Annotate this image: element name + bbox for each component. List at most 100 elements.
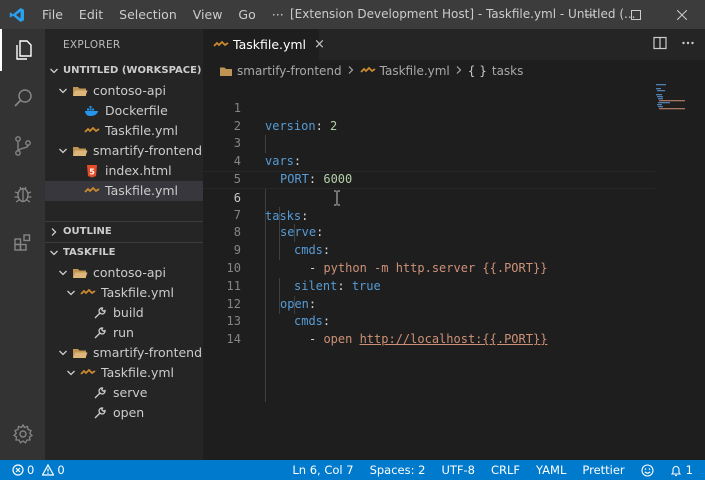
code-line: 14	[203, 313, 655, 346]
taskfile-tree-folder[interactable]: contoso-api	[45, 263, 203, 283]
feedback-button[interactable]	[633, 463, 662, 477]
formatter-status[interactable]: Prettier	[574, 460, 632, 480]
yaml-icon	[83, 125, 101, 137]
folder-icon	[219, 66, 233, 77]
taskfile-tree-task-build[interactable]: build	[45, 303, 203, 323]
tree-item-label: build	[113, 305, 144, 320]
eol-status[interactable]: CRLF	[483, 460, 528, 480]
warning-icon	[42, 464, 55, 476]
debug-activity-button[interactable]	[0, 173, 45, 215]
breadcrumb-symbol[interactable]: tasks	[492, 64, 524, 78]
explorer-spacer	[45, 201, 203, 221]
code-editor[interactable]: 1 version: 2 2 3 vars: 4 PORT: 6000 5 6 …	[203, 82, 705, 460]
code-line: 1 version: 2	[203, 82, 655, 133]
extensions-icon	[13, 234, 30, 251]
tree-item-label: Taskfile.yml	[101, 365, 175, 380]
tree-item-label: Taskfile.yml	[105, 123, 179, 138]
menu-edit[interactable]: Edit	[71, 0, 111, 29]
tab-taskfile[interactable]: Taskfile.yml ×	[203, 29, 325, 60]
problems-status[interactable]: 0 0	[0, 460, 73, 480]
line-number: 14	[226, 332, 241, 347]
chevron-down-icon	[55, 348, 71, 358]
maximize-icon	[631, 9, 641, 20]
chevron-right-icon	[45, 227, 63, 237]
wrench-icon	[91, 306, 109, 320]
tree-file-index-html[interactable]: 5 index.html	[45, 161, 203, 181]
taskfile-tree-task-open[interactable]: open	[45, 403, 203, 423]
language-mode-status[interactable]: YAML	[528, 460, 574, 480]
outline-section-header[interactable]: OUTLINE	[45, 222, 203, 242]
workspace-section-header[interactable]: UNTITLED (WORKSPACE)	[45, 61, 203, 81]
chevron-down-icon	[55, 268, 71, 278]
encoding-status[interactable]: UTF-8	[433, 460, 483, 480]
taskfile-tree-folder[interactable]: smartify-frontend	[45, 343, 203, 363]
vertical-scrollbar[interactable]	[697, 82, 705, 460]
manage-activity-button[interactable]	[0, 413, 45, 455]
menu-bar: File Edit Selection View Go ···	[34, 0, 292, 29]
code-line: 13 - open http://localhost:{{.PORT}}	[203, 296, 655, 346]
breadcrumb-file[interactable]: Taskfile.yml	[380, 64, 450, 78]
notification-count: 1	[685, 463, 693, 477]
tree-item-label: smartify-frontend	[93, 345, 203, 360]
smiley-icon	[641, 463, 654, 477]
source-control-icon	[14, 136, 31, 156]
explorer-activity-button[interactable]	[0, 29, 45, 71]
yaml-icon	[213, 39, 229, 51]
code-line: 11 open:	[203, 260, 655, 311]
cursor-position-status[interactable]: Ln 6, Col 7	[284, 460, 361, 480]
menu-go[interactable]: Go	[230, 0, 263, 29]
files-icon	[15, 40, 32, 60]
tree-folder-smartify-frontend[interactable]: smartify-frontend	[45, 141, 203, 161]
title-bar: File Edit Selection View Go ··· [Extensi…	[0, 0, 705, 29]
maximize-button[interactable]	[613, 0, 659, 29]
taskfile-section-header[interactable]: TASKFILE	[45, 243, 203, 263]
minimize-button[interactable]	[567, 0, 613, 29]
minimap[interactable]	[650, 82, 698, 142]
tree-item-label: Taskfile.yml	[105, 183, 179, 198]
search-activity-button[interactable]	[0, 77, 45, 119]
status-bar: 0 0 Ln 6, Col 7 Spaces: 2 UTF-8 CRLF YAM…	[0, 460, 705, 480]
svg-text:5: 5	[89, 168, 95, 177]
search-icon	[13, 89, 32, 107]
split-editor-button[interactable]	[653, 36, 667, 53]
code-line: 12 cmds:	[203, 278, 655, 329]
code-line: 5	[203, 153, 655, 186]
menu-selection[interactable]: Selection	[111, 0, 185, 29]
taskfile-tree-task-serve[interactable]: serve	[45, 383, 203, 403]
tree-file-dockerfile[interactable]: Dockerfile	[45, 101, 203, 121]
chevron-down-icon	[55, 146, 71, 156]
indentation-status[interactable]: Spaces: 2	[362, 460, 434, 480]
notifications-button[interactable]: 1	[662, 460, 705, 480]
tab-close-button[interactable]: ×	[314, 37, 325, 52]
taskfile-tree-file[interactable]: Taskfile.yml	[45, 363, 203, 383]
chevron-down-icon	[45, 66, 63, 76]
close-window-button[interactable]	[659, 0, 705, 29]
tree-item-label: serve	[113, 385, 148, 400]
folder-open-icon	[71, 85, 89, 97]
menu-view[interactable]: View	[185, 0, 231, 29]
window-controls	[567, 0, 705, 29]
source-control-activity-button[interactable]	[0, 125, 45, 167]
code-link[interactable]: http://localhost:{{.PORT}}	[360, 332, 548, 346]
taskfile-tree-task-run[interactable]: run	[45, 323, 203, 343]
editor-tab-bar: Taskfile.yml ×	[203, 29, 705, 60]
docker-icon	[83, 105, 101, 117]
tree-file-taskfile[interactable]: Taskfile.yml	[45, 121, 203, 141]
code-text: - open http://localhost:{{.PORT}}	[309, 332, 548, 347]
tree-folder-contoso-api[interactable]: contoso-api	[45, 81, 203, 101]
menu-file[interactable]: File	[34, 0, 71, 29]
menu-more[interactable]: ···	[264, 0, 292, 29]
more-actions-button[interactable]	[681, 36, 695, 53]
breadcrumb: smartify-frontend Taskfile.yml { } tasks	[203, 60, 705, 82]
wrench-icon	[91, 406, 109, 420]
gear-icon	[12, 423, 33, 444]
outline-section-label: OUTLINE	[63, 226, 112, 237]
code-line: 3 vars:	[203, 118, 655, 168]
extensions-activity-button[interactable]	[0, 221, 45, 263]
sidebar-title: EXPLORER	[63, 39, 121, 51]
chevron-down-icon	[55, 86, 71, 96]
tree-file-taskfile-selected[interactable]: Taskfile.yml	[45, 181, 203, 201]
code-line: 9 - python -m http.server {{.PORT}}	[203, 224, 655, 275]
breadcrumb-folder[interactable]: smartify-frontend	[237, 64, 342, 78]
taskfile-tree-file[interactable]: Taskfile.yml	[45, 283, 203, 303]
